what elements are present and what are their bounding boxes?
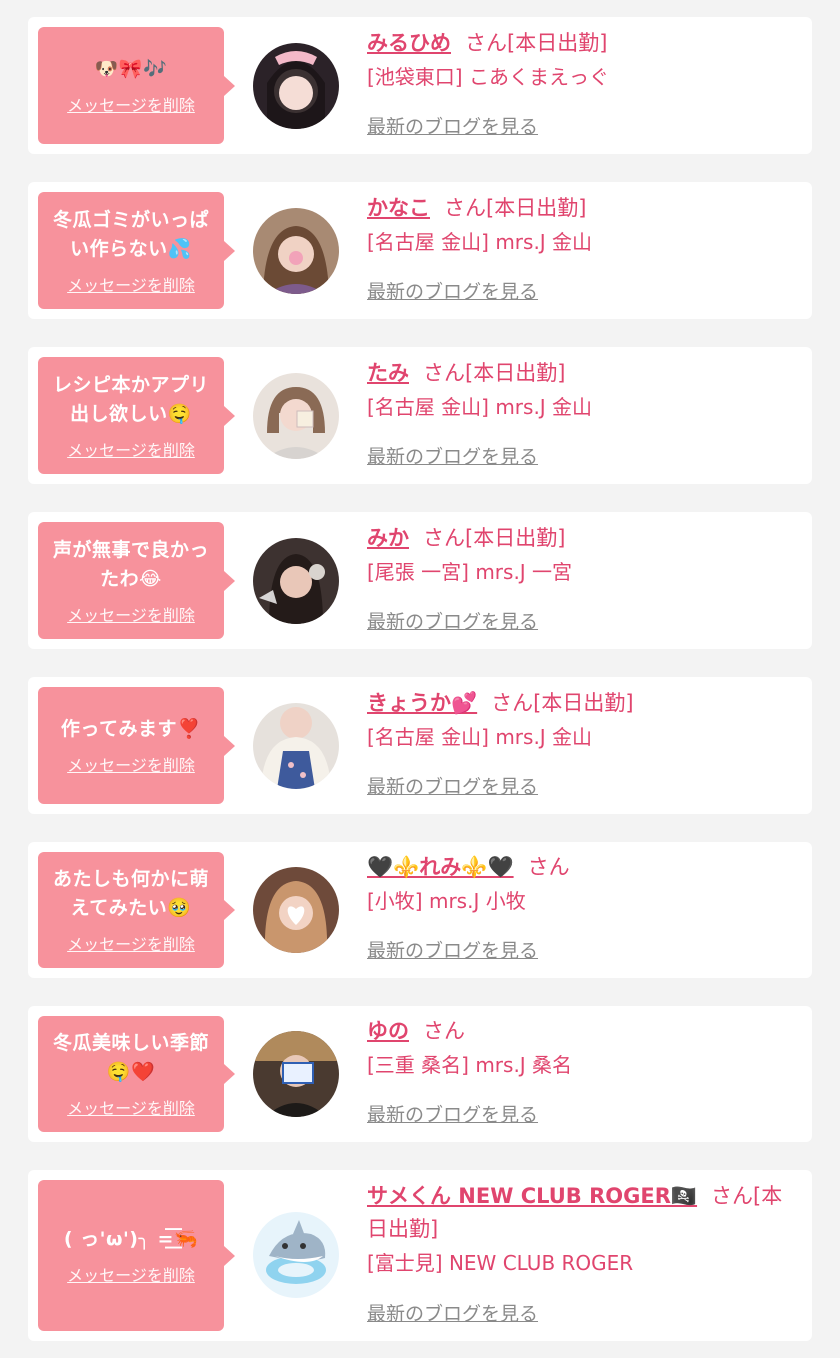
shark-avatar-icon [253,1212,339,1298]
girl-name-link[interactable]: 🖤⚜️れみ⚜️🖤 [367,855,514,879]
message-bubble: あたしも何かに萌えてみたい🥹 メッセージを削除 [38,852,235,968]
delete-message-link[interactable]: メッセージを削除 [67,602,195,626]
item-info: みるひめ さん[本日出勤] [池袋東口] こあくまえっぐ [367,27,794,94]
girl-photo-avatar-icon [253,867,339,953]
latest-blog-link[interactable]: 最新のブログを見る [367,113,538,141]
avatar[interactable] [253,538,339,624]
name-suffix: さん[本日出勤] [423,361,566,385]
girl-photo-avatar-icon [253,703,339,789]
message-text: あたしも何かに萌えてみたい🥹 [52,868,209,919]
message-text: 冬瓜美味しい季節🤤❤️ [52,1032,209,1083]
avatar[interactable] [253,1212,339,1298]
avatar[interactable] [253,703,339,789]
girl-name-link[interactable]: ゆの [367,1019,409,1043]
shop-label: [富士見] NEW CLUB ROGER [367,1251,634,1275]
girl-name-link[interactable]: きょうか💕 [367,691,477,715]
item-info: ゆの さん [三重 桑名] mrs.J 桑名 [367,1015,794,1082]
item-info: たみ さん[本日出勤] [名古屋 金山] mrs.J 金山 [367,357,794,424]
girl-photo-avatar-icon [253,373,339,459]
girl-photo-avatar-icon [253,1031,339,1117]
girl-name-link[interactable]: みか [367,526,409,550]
name-line: みるひめ さん[本日出勤] [367,27,794,60]
message-bubble: ( っ'ω')╮ =͟͟͞͞🦐 メッセージを削除 [38,1180,235,1331]
girl-name-link[interactable]: かなこ [367,196,430,220]
message-text: 声が無事で良かったわ😂 [52,538,209,590]
message-bubble: 冬瓜美味しい季節🤤❤️ メッセージを削除 [38,1016,235,1132]
delete-message-link[interactable]: メッセージを削除 [67,931,195,955]
girl-name-link[interactable]: たみ [367,361,409,385]
name-suffix: さん [423,1019,465,1043]
latest-blog-link[interactable]: 最新のブログを見る [367,773,538,801]
shop-label: [小牧] mrs.J 小牧 [367,889,526,913]
message-text: レシピ本かアプリ出し欲しい🤤 [52,373,209,425]
delete-message-link[interactable]: メッセージを削除 [67,92,195,116]
avatar[interactable] [253,43,339,129]
girl-photo-avatar-icon [253,43,339,129]
list-item: あたしも何かに萌えてみたい🥹 メッセージを削除 🖤⚜️れみ⚜️🖤 さん [小牧] … [28,842,812,978]
avatar[interactable] [253,373,339,459]
list-item: 声が無事で良かったわ😂 メッセージを削除 みか さん[本日出勤] [尾張 一宮] … [28,512,812,649]
item-info: きょうか💕 さん[本日出勤] [名古屋 金山] mrs.J 金山 [367,687,794,754]
message-bubble: レシピ本かアプリ出し欲しい🤤 メッセージを削除 [38,357,235,474]
list-item: 作ってみます❣️ メッセージを削除 きょうか💕 さん[本日出勤] [名古屋 金山]… [28,677,812,814]
latest-blog-link[interactable]: 最新のブログを見る [367,608,538,636]
item-info: サメくん NEW CLUB ROGER🏴‍☠️ さん[本日出勤] [富士見] NE… [367,1180,794,1280]
avatar[interactable] [253,208,339,294]
shop-label: [池袋東口] こあくまえっぐ [367,65,609,89]
delete-message-link[interactable]: メッセージを削除 [67,1262,195,1286]
latest-blog-link[interactable]: 最新のブログを見る [367,1300,538,1328]
name-suffix: さん[本日出勤] [423,526,566,550]
list-item: 冬瓜美味しい季節🤤❤️ メッセージを削除 ゆの さん [三重 桑名] mrs.J … [28,1006,812,1142]
name-suffix: さん[本日出勤] [444,196,587,220]
item-info: みか さん[本日出勤] [尾張 一宮] mrs.J 一宮 [367,522,794,589]
name-line: 🖤⚜️れみ⚜️🖤 さん [367,851,794,884]
girl-name-link[interactable]: サメくん NEW CLUB ROGER🏴‍☠️ [367,1184,697,1208]
name-suffix: さん[本日出勤] [491,691,634,715]
name-suffix: さん [527,855,570,879]
list-item: 冬瓜ゴミがいっぱい作らない💦 メッセージを削除 かなこ さん[本日出勤] [名古屋… [28,182,812,319]
item-info: 🖤⚜️れみ⚜️🖤 さん [小牧] mrs.J 小牧 [367,851,794,918]
list-item: レシピ本かアプリ出し欲しい🤤 メッセージを削除 たみ さん[本日出勤] [名古屋 … [28,347,812,484]
latest-blog-link[interactable]: 最新のブログを見る [367,278,538,306]
name-line: かなこ さん[本日出勤] [367,192,794,225]
shop-label: [三重 桑名] mrs.J 桑名 [367,1053,573,1077]
name-line: サメくん NEW CLUB ROGER🏴‍☠️ さん[本日出勤] [367,1180,794,1246]
latest-blog-link[interactable]: 最新のブログを見る [367,937,538,965]
message-text: ( っ'ω')╮ =͟͟͞͞🦐 [63,1228,199,1250]
name-line: ゆの さん [367,1015,794,1048]
list-item: ( っ'ω')╮ =͟͟͞͞🦐 メッセージを削除 サメくん NEW CLUB R… [28,1170,812,1341]
message-text: 🐶🎀🎶 [94,58,168,80]
delete-message-link[interactable]: メッセージを削除 [67,752,195,776]
shop-label: [名古屋 金山] mrs.J 金山 [367,725,593,749]
name-line: みか さん[本日出勤] [367,522,794,555]
message-text: 冬瓜ゴミがいっぱい作らない💦 [52,208,209,260]
item-info: かなこ さん[本日出勤] [名古屋 金山] mrs.J 金山 [367,192,794,259]
avatar[interactable] [253,1031,339,1117]
shop-label: [名古屋 金山] mrs.J 金山 [367,230,593,254]
latest-blog-link[interactable]: 最新のブログを見る [367,443,538,471]
shop-label: [尾張 一宮] mrs.J 一宮 [367,560,573,584]
delete-message-link[interactable]: メッセージを削除 [67,272,195,296]
message-bubble: 冬瓜ゴミがいっぱい作らない💦 メッセージを削除 [38,192,235,309]
avatar[interactable] [253,867,339,953]
delete-message-link[interactable]: メッセージを削除 [67,1095,195,1119]
latest-blog-link[interactable]: 最新のブログを見る [367,1101,538,1129]
message-text: 作ってみます❣️ [60,718,202,740]
girl-name-link[interactable]: みるひめ [367,31,451,55]
girl-photo-avatar-icon [253,208,339,294]
name-line: たみ さん[本日出勤] [367,357,794,390]
delete-message-link[interactable]: メッセージを削除 [67,437,195,461]
name-line: きょうか💕 さん[本日出勤] [367,687,794,720]
message-bubble: 作ってみます❣️ メッセージを削除 [38,687,235,804]
message-bubble: 声が無事で良かったわ😂 メッセージを削除 [38,522,235,639]
message-bubble: 🐶🎀🎶 メッセージを削除 [38,27,235,144]
girl-photo-avatar-icon [253,538,339,624]
name-suffix: さん[本日出勤] [465,31,608,55]
shop-label: [名古屋 金山] mrs.J 金山 [367,395,593,419]
list-item: 🐶🎀🎶 メッセージを削除 みるひめ さん[本日出勤] [池袋東口] こあくまえっぐ… [28,17,812,154]
